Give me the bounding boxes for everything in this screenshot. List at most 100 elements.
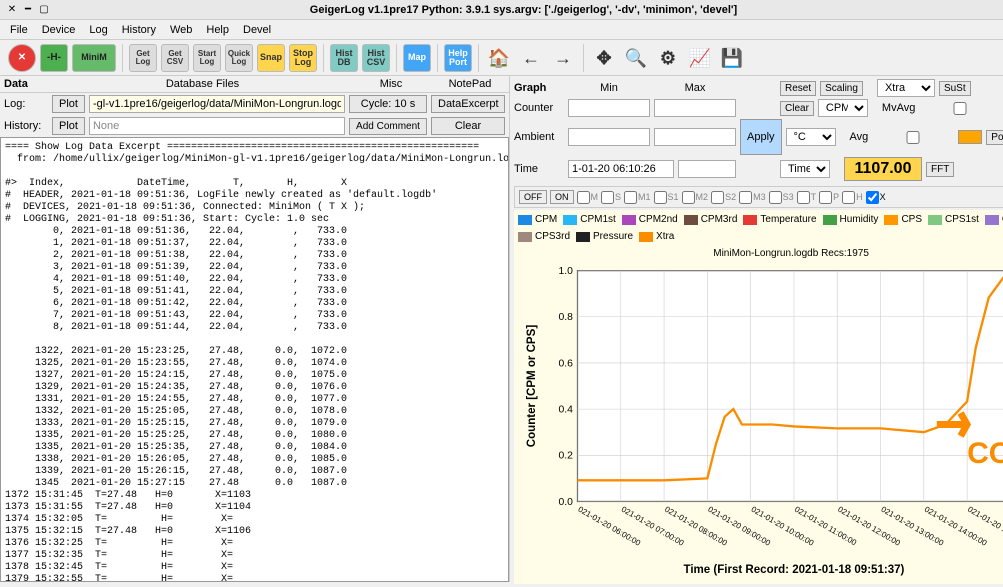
- on-button[interactable]: ON: [550, 190, 574, 204]
- ambient-max-input[interactable]: [654, 128, 736, 146]
- plot-history-button[interactable]: Plot: [52, 117, 85, 135]
- stop-log-button[interactable]: Stop Log: [289, 44, 317, 72]
- help-port-button[interactable]: Help Port: [444, 44, 472, 72]
- graph-heading: Graph: [514, 82, 564, 94]
- data-heading: Data: [4, 78, 54, 90]
- dbfiles-heading: Database Files: [58, 78, 347, 90]
- counter-max-input[interactable]: [654, 99, 736, 117]
- config-icon[interactable]: ⚙: [654, 44, 682, 72]
- poiss-button[interactable]: Poiss: [986, 130, 1003, 145]
- menu-file[interactable]: File: [4, 22, 34, 38]
- series-x-checkbox[interactable]: [866, 191, 879, 204]
- time-start-input[interactable]: [568, 160, 674, 178]
- pan-icon[interactable]: ✥: [590, 44, 618, 72]
- series-s3-checkbox[interactable]: [769, 191, 782, 204]
- series-h-checkbox[interactable]: [842, 191, 855, 204]
- series-p-checkbox[interactable]: [819, 191, 832, 204]
- counter-min-input[interactable]: [568, 99, 650, 117]
- start-log-button[interactable]: Start Log: [193, 44, 221, 72]
- cycle-button[interactable]: Cycle: 10 s: [349, 95, 427, 113]
- off-button[interactable]: OFF: [519, 190, 547, 204]
- snap-button[interactable]: Snap: [257, 44, 285, 72]
- menubar: File Device Log History Web Help Devel: [0, 20, 1003, 40]
- home-icon[interactable]: 🏠: [485, 44, 513, 72]
- ambient-min-input[interactable]: [568, 128, 650, 146]
- exit-button[interactable]: ✕: [8, 44, 36, 72]
- data-excerpt-button[interactable]: DataExcerpt: [431, 95, 505, 113]
- series-toggle-bar: OFF ON M S M1 S1 M2 S2 M3 S3 T P H X: [514, 186, 1003, 208]
- add-comment-button[interactable]: Add Comment: [349, 118, 427, 135]
- series-m3-checkbox[interactable]: [739, 191, 752, 204]
- series-s2-checkbox[interactable]: [711, 191, 724, 204]
- clear-graph-button[interactable]: Clear: [780, 101, 814, 116]
- menu-devel[interactable]: Devel: [237, 22, 277, 38]
- chart-area[interactable]: MiniMon-Longrun.logdb Recs:1975 0.00.20.…: [514, 246, 1003, 584]
- xtra-select[interactable]: Xtra: [877, 79, 935, 97]
- back-icon[interactable]: ←: [517, 44, 545, 72]
- cpm-select[interactable]: CPM: [818, 99, 868, 117]
- svg-text:0.8: 0.8: [558, 312, 573, 323]
- legend-item-cps1st: CPS1st: [928, 214, 979, 225]
- get-log-button[interactable]: Get Log: [129, 44, 157, 72]
- avg-checkbox[interactable]: [872, 131, 954, 144]
- avg-label: Avg: [850, 131, 869, 143]
- connect-button[interactable]: -H-: [40, 44, 68, 72]
- quick-log-button[interactable]: Quick Log: [225, 44, 253, 72]
- svg-text:Counter [CPM or CPS]: Counter [CPM or CPS]: [526, 325, 538, 448]
- legend-item-cps: CPS: [884, 214, 922, 225]
- hist-db-button[interactable]: Hist DB: [330, 44, 358, 72]
- hist-csv-button[interactable]: Hist CSV: [362, 44, 390, 72]
- time-select[interactable]: Time: [780, 160, 830, 178]
- legend-item-pressure: Pressure: [576, 231, 633, 242]
- plot-log-button[interactable]: Plot: [52, 95, 85, 113]
- legend-item-cps2nd: CPS2nd: [985, 214, 1003, 225]
- misc-heading: Misc: [351, 78, 431, 90]
- legend-item-cpm1st: CPM1st: [563, 214, 616, 225]
- menu-device[interactable]: Device: [36, 22, 82, 38]
- legend-item-cps3rd: CPS3rd: [518, 231, 570, 242]
- reset-button[interactable]: Reset: [780, 81, 816, 96]
- log-output[interactable]: ==== Show Log Data Excerpt =============…: [0, 137, 509, 582]
- clear-notepad-button[interactable]: Clear: [431, 117, 505, 135]
- legend-item-xtra: Xtra: [639, 231, 674, 242]
- zoom-icon[interactable]: 🔍: [622, 44, 650, 72]
- series-s-checkbox[interactable]: [601, 191, 614, 204]
- mvavg-checkbox[interactable]: [919, 102, 1001, 115]
- series-t-checkbox[interactable]: [797, 191, 810, 204]
- forward-icon[interactable]: →: [549, 44, 577, 72]
- minimize-window-icon[interactable]: ━: [22, 4, 34, 16]
- map-button[interactable]: Map: [403, 44, 431, 72]
- ambient-label: Ambient: [514, 131, 564, 143]
- counter-label: Counter: [514, 102, 564, 114]
- window-titlebar: ✕ ━ ▢ GeigerLog v1.1pre17 Python: 3.9.1 …: [0, 0, 1003, 20]
- close-window-icon[interactable]: ✕: [6, 4, 18, 16]
- toolbar: ✕ -H- MiniM Get Log Get CSV Start Log Qu…: [0, 40, 1003, 76]
- menu-help[interactable]: Help: [200, 22, 235, 38]
- sust-button[interactable]: SuSt: [939, 81, 971, 96]
- log-path-input[interactable]: [89, 95, 345, 113]
- maximize-window-icon[interactable]: ▢: [38, 4, 50, 16]
- scaling-button[interactable]: Scaling: [820, 81, 863, 96]
- history-label: History:: [4, 120, 48, 132]
- menu-history[interactable]: History: [116, 22, 162, 38]
- series-m2-checkbox[interactable]: [682, 191, 695, 204]
- series-s1-checkbox[interactable]: [654, 191, 667, 204]
- avg-color-box[interactable]: [958, 130, 982, 144]
- menu-log[interactable]: Log: [83, 22, 113, 38]
- series-m-checkbox[interactable]: [577, 191, 590, 204]
- mvavg-label: MvAvg: [882, 102, 915, 114]
- legend-item-cpm2nd: CPM2nd: [622, 214, 678, 225]
- series-m1-checkbox[interactable]: [624, 191, 637, 204]
- time-end-input[interactable]: [678, 160, 736, 178]
- minim-button[interactable]: MiniM: [72, 44, 116, 72]
- history-input[interactable]: [89, 117, 345, 135]
- fft-button[interactable]: FFT: [926, 162, 954, 177]
- menu-web[interactable]: Web: [164, 22, 198, 38]
- apply-button[interactable]: Apply: [740, 119, 782, 155]
- edit-axes-icon[interactable]: 📈: [686, 44, 714, 72]
- graph-controls: Graph Min Max Reset Scaling Xtra SuSt Co…: [510, 76, 1003, 184]
- get-csv-button[interactable]: Get CSV: [161, 44, 189, 72]
- degc-select[interactable]: °C: [786, 128, 836, 146]
- min-label: Min: [568, 82, 650, 94]
- save-icon[interactable]: 💾: [718, 44, 746, 72]
